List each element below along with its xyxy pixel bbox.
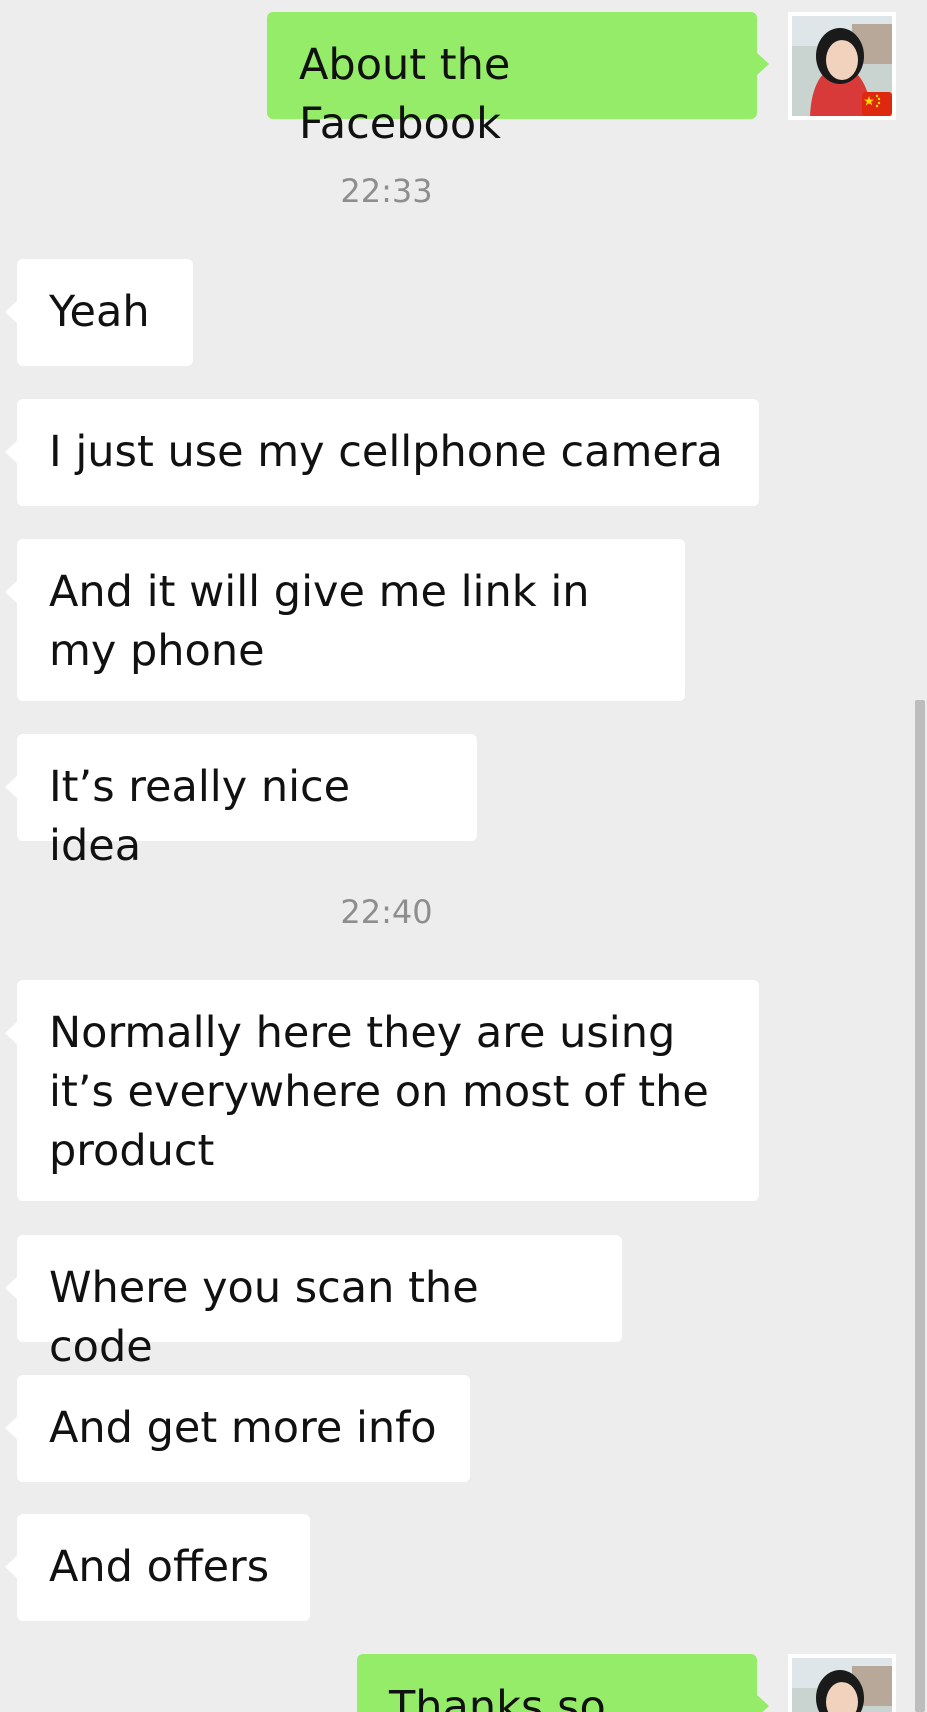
timestamp: 22:33 <box>340 172 433 210</box>
incoming-message-bubble[interactable]: Normally here they are using it’s everyw… <box>5 980 759 1201</box>
incoming-message-bubble[interactable]: And it will give me link in my phone <box>5 539 685 701</box>
message-text: About the Facebook <box>299 40 511 149</box>
message-text: Where you scan the code <box>49 1263 479 1372</box>
avatar-photo-icon <box>792 1658 892 1712</box>
chat-view: About the Facebook 22:33 Yeah I just use… <box>0 0 927 1712</box>
my-avatar[interactable] <box>788 1654 896 1712</box>
message-text: And get more info <box>49 1403 437 1453</box>
incoming-message-bubble[interactable]: I just use my cellphone camera <box>5 399 759 506</box>
message-text: Normally here they are using it’s everyw… <box>49 1008 709 1176</box>
message-text: And offers <box>49 1542 270 1592</box>
scrollbar[interactable] <box>915 700 925 1712</box>
message-text: It’s really nice idea <box>49 762 351 871</box>
my-avatar[interactable] <box>788 12 896 120</box>
outgoing-message-bubble[interactable]: About the Facebook <box>267 12 769 149</box>
message-text: Yeah <box>49 287 150 337</box>
timestamp: 22:40 <box>340 893 433 931</box>
outgoing-message-bubble[interactable]: Thanks so much <box>357 1654 769 1712</box>
china-flag-icon <box>862 92 892 116</box>
incoming-message-bubble[interactable]: And offers <box>5 1514 310 1621</box>
message-text: And it will give me link in my phone <box>49 567 590 676</box>
incoming-message-bubble[interactable]: Yeah <box>5 259 193 366</box>
incoming-message-bubble[interactable]: It’s really nice idea <box>5 734 477 871</box>
message-text: I just use my cellphone camera <box>49 427 723 477</box>
incoming-message-bubble[interactable]: And get more info <box>5 1375 470 1482</box>
message-text: Thanks so much <box>389 1682 606 1712</box>
incoming-message-bubble[interactable]: Where you scan the code <box>5 1235 622 1372</box>
